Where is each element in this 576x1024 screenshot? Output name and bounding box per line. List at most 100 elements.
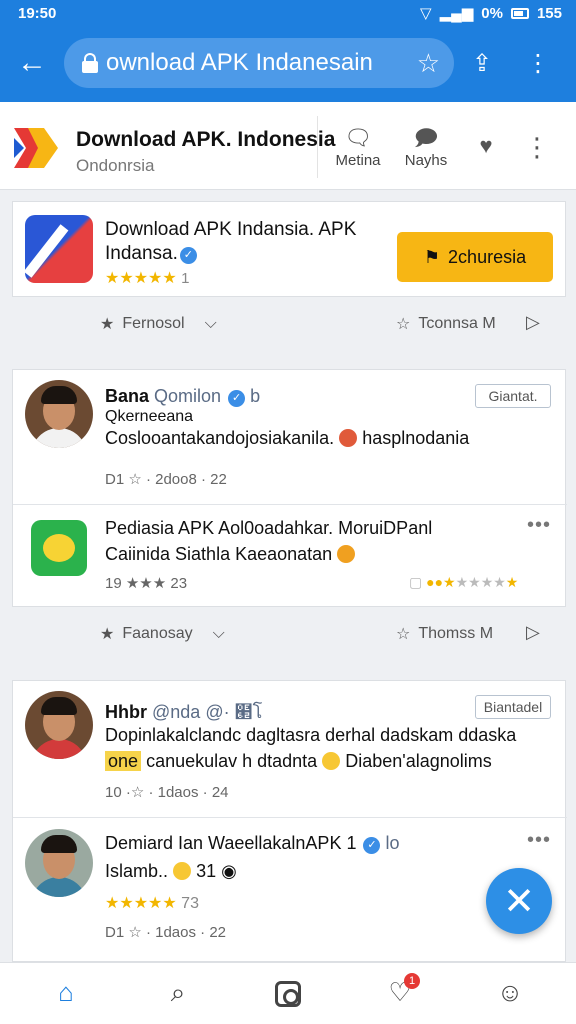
site-header: Download APK. Indonesia Ondonrsia 🗨 Meti… — [0, 102, 576, 190]
follow-button[interactable]: Giantat. — [475, 384, 551, 408]
arrow-left-icon: ← — [17, 46, 47, 79]
badge-icon: ♥ — [479, 133, 493, 158]
post-text: Islamb.. 31 ◉ — [105, 861, 237, 881]
verified-icon: ✓ — [363, 837, 381, 854]
nav-instagram[interactable] — [268, 977, 308, 1011]
instagram-icon — [275, 981, 301, 1007]
site-title[interactable]: Download APK. Indonesia — [76, 128, 335, 152]
search-icon: ⌕ — [170, 977, 186, 1007]
url-text: ownload APK Indanesain — [106, 49, 373, 76]
feed-card: Bana Qomilon ✓ b Giantat. Qkerneeana Cos… — [12, 369, 567, 607]
app-card: Download APK Indansia. APK Indansa. ✓ ★★★… — [12, 201, 566, 297]
chat-icon: 🗨 — [344, 125, 372, 150]
nav-search[interactable]: ⌕ — [158, 977, 198, 1011]
header-more-button[interactable]: ⋮ — [524, 132, 550, 163]
app-icon[interactable] — [25, 215, 93, 283]
filter-option[interactable]: ☆ Thomss M — [396, 624, 493, 644]
app-icon[interactable] — [31, 520, 87, 576]
emoji-icon — [173, 862, 192, 880]
emoji-icon — [339, 429, 358, 447]
home-icon: ⌂ — [58, 977, 74, 1007]
post-text: Dopinlakalclandc dagltasra derhal dadska… — [105, 725, 517, 745]
post-more-button[interactable]: ••• — [527, 514, 551, 537]
filter-option[interactable]: ☆ Tconnsa M — [396, 314, 496, 334]
app-rating: ★★★★★ 1 — [105, 270, 190, 287]
eye-icon: ◉ — [221, 861, 237, 881]
post-divider — [13, 817, 567, 818]
post-author[interactable]: Bana Qomilon ✓ b — [105, 386, 260, 407]
star-outline-icon: ☆ — [396, 316, 411, 333]
status-time: 19:50 — [18, 4, 57, 22]
filter-row: ★ Fernosol ⌵ ☆ Tconnsa M ▷ — [0, 306, 576, 342]
more-vertical-icon: ⋮ — [526, 49, 550, 77]
post-rating: ★★★★★ 73 — [105, 895, 199, 912]
post-divider — [13, 504, 567, 505]
close-icon: ✕ — [503, 880, 535, 923]
emoji-icon — [337, 545, 356, 563]
site-logo[interactable] — [14, 126, 58, 170]
post-meta: D1 ☆ · 1daos · 22 — [105, 924, 227, 941]
post-subtitle: Qkerneeana — [105, 408, 194, 425]
post-text: Caiinida Siathla Kaeaonatan — [105, 544, 356, 565]
sort-dropdown[interactable]: ★ Faanosay ⌵ — [100, 624, 225, 644]
header-action-metina[interactable]: 🗨 Metina — [328, 124, 388, 169]
battery-percent: 0% — [481, 4, 503, 22]
nav-home[interactable]: ⌂ — [46, 977, 86, 1011]
filter-row: ★ Faanosay ⌵ ☆ Thomss M ▷ — [0, 616, 576, 652]
header-divider — [317, 116, 318, 178]
signal-icon: ▂▄▆ — [439, 5, 474, 22]
close-fab-button[interactable]: ✕ — [486, 868, 552, 934]
back-button[interactable]: ← — [0, 34, 64, 92]
nav-favorites[interactable]: ♡ 1 — [380, 973, 420, 1011]
user-icon: ☺ — [496, 977, 524, 1007]
verified-icon: ✓ — [179, 247, 197, 264]
follow-button[interactable]: Biantadel — [475, 695, 551, 719]
lock-icon — [82, 53, 98, 73]
app-title[interactable]: Download APK Indansia. APK Indansa. ✓ — [105, 218, 385, 266]
header-badge-button[interactable]: ♥ — [456, 132, 516, 160]
post-author[interactable]: Hhbr @nda @· ๢โ — [105, 697, 262, 726]
notification-badge: 1 — [404, 973, 420, 989]
bookmark-star-icon[interactable]: ☆ — [417, 48, 440, 79]
more-vertical-icon: ⋮ — [524, 132, 550, 162]
share-icon: ⇪ — [471, 49, 493, 77]
star-icon: ★ — [100, 316, 115, 333]
flag-icon: ⚑ — [423, 246, 441, 267]
header-action-nayhs[interactable]: 🗩 Nayhs — [396, 124, 456, 169]
post-text: Coslooantakandojosiakanila. hasplnodania — [105, 428, 470, 448]
avatar[interactable] — [25, 380, 93, 448]
url-bar[interactable]: ownload APK Indanesain ☆ — [64, 38, 454, 88]
post-more-button[interactable]: ••• — [527, 829, 551, 852]
nav-profile[interactable]: ☺ — [490, 977, 530, 1011]
chevron-down-icon: ⌵ — [204, 315, 217, 332]
post-meta: 19 ★★★ 23 — [105, 575, 188, 592]
avatar[interactable] — [25, 829, 93, 897]
status-bar: 19:50 ▽ ▂▄▆ 0% 155 — [0, 0, 576, 26]
download-button[interactable]: ⚑ 2churesia — [397, 232, 553, 282]
reaction-row: ▢ ●●★★★★★★ — [409, 574, 519, 590]
tag-icon[interactable]: ▷ — [526, 622, 540, 643]
status-signal-text: 155 — [536, 4, 562, 22]
star-icon: ★ — [100, 626, 115, 643]
avatar[interactable] — [25, 691, 93, 759]
feed-card: Hhbr @nda @· ๢โ Biantadel Dopinlakalclan… — [12, 680, 567, 962]
verified-icon: ✓ — [228, 390, 246, 407]
browser-top-bar: 19:50 ▽ ▂▄▆ 0% 155 ← ownload APK Indanes… — [0, 0, 576, 102]
post-text-2: one canuekulav h dtadnta Diaben'alagnoli… — [105, 751, 492, 772]
post-title[interactable]: Demiard Ian WaeellakalnAPK 1 ✓ lo — [105, 833, 400, 854]
wifi-icon: ▽ — [420, 5, 432, 22]
comment-icon: 🗩 — [413, 125, 439, 150]
highlight-tag: one — [105, 751, 142, 771]
chevron-down-icon: ⌵ — [212, 625, 225, 642]
share-button[interactable]: ⇪ — [454, 34, 510, 92]
browser-menu-button[interactable]: ⋮ — [510, 34, 566, 92]
star-outline-icon: ☆ — [396, 626, 411, 643]
tag-icon[interactable]: ▷ — [526, 312, 540, 333]
emoji-icon — [322, 752, 341, 770]
post-meta: D1 ☆ · 2doo8 · 22 — [105, 471, 227, 488]
post-meta: 10 ·☆ · 1daos · 24 — [105, 784, 229, 801]
sort-dropdown[interactable]: ★ Fernosol ⌵ — [100, 314, 217, 334]
post-title[interactable]: Pediasia APK Aol0oadahkar. MoruiDPanl — [105, 518, 432, 539]
battery-icon — [510, 7, 529, 19]
bottom-nav: ⌂ ⌕ ♡ 1 ☺ — [0, 962, 576, 1024]
